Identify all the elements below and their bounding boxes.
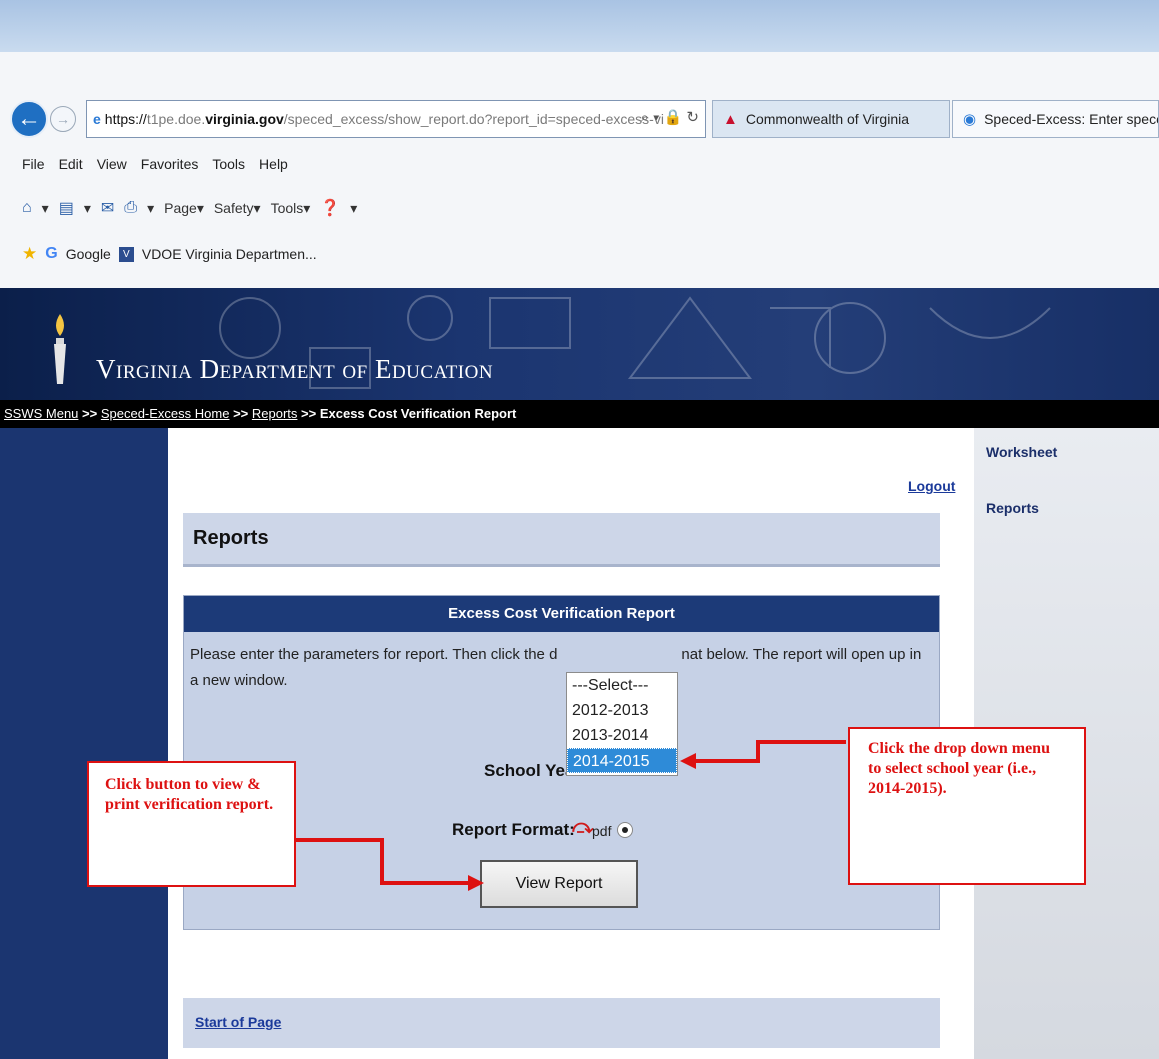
tab-label: Speced-Excess: Enter spece...	[984, 111, 1159, 127]
url-domain-prefix: t1pe.doe.	[146, 111, 206, 127]
address-bar-actions[interactable]: ⌕ ▾ 🔒 ↻	[641, 108, 700, 126]
menu-tools[interactable]: Tools	[212, 156, 245, 172]
annotation-view-report: Click button to view & print verificatio…	[87, 761, 296, 887]
dropdown-arrow-icon[interactable]: ▾	[653, 109, 659, 126]
pdf-format-radio[interactable]	[617, 822, 633, 838]
annotation-dropdown: Click the drop down menu to select schoo…	[848, 727, 1086, 885]
footer-bar: Start of Page	[183, 998, 940, 1048]
vdoe-icon: V	[118, 246, 134, 262]
logout-link[interactable]: Logout	[908, 478, 955, 494]
page-title: Reports	[193, 527, 269, 549]
school-year-option[interactable]: ---Select---	[567, 673, 677, 698]
url-protocol: https://	[104, 111, 147, 127]
tab-speced-excess[interactable]: ◉ Speced-Excess: Enter spece...	[952, 100, 1159, 138]
school-year-option[interactable]: 2012-2013	[567, 698, 677, 723]
search-icon[interactable]: ⌕	[641, 109, 649, 126]
report-parameters-panel: Excess Cost Verification Report Please e…	[183, 595, 940, 930]
tab-label: Commonwealth of Virginia	[745, 111, 910, 127]
left-sidebar	[0, 428, 168, 1059]
panel-instructions: Please enter the parameters for report. …	[190, 642, 930, 694]
print-icon[interactable]: ⎙	[124, 199, 137, 217]
torch-logo-icon	[54, 314, 66, 384]
menu-file[interactable]: File	[22, 156, 45, 172]
menu-bar: File Edit View Favorites Tools Help	[22, 156, 288, 172]
start-of-page-link[interactable]: Start of Page	[195, 1014, 281, 1030]
breadcrumb-separator: >>	[78, 406, 101, 421]
chevron-down-icon[interactable]: ▾	[84, 200, 91, 217]
feeds-icon[interactable]: ▤	[59, 198, 74, 218]
forward-arrow-icon: →	[56, 111, 70, 127]
page-menu[interactable]: Page▾	[164, 200, 204, 217]
school-year-dropdown[interactable]: ---Select--- 2012-2013 2013-2014 2014-20…	[566, 672, 678, 776]
breadcrumb-current: Excess Cost Verification Report	[319, 406, 517, 421]
breadcrumb: SSWS Menu >> Speced-Excess Home >> Repor…	[0, 400, 1159, 428]
breadcrumb-ssws-menu[interactable]: SSWS Menu	[4, 406, 78, 421]
ie-page-icon: ◉	[963, 111, 977, 128]
pdf-icon: ⤼	[572, 816, 594, 838]
breadcrumb-reports[interactable]: Reports	[252, 406, 298, 421]
menu-view[interactable]: View	[97, 156, 127, 172]
favorites-bar: ★ G Google V VDOE Virginia Departmen...	[22, 244, 317, 264]
menu-help[interactable]: Help	[259, 156, 288, 172]
command-bar: ⌂ ▾ ▤ ▾ ✉ ⎙ ▾ Page▾ Safety▾ Tools▾ ❓ ▾	[22, 198, 357, 218]
favorite-google[interactable]: Google	[66, 246, 111, 262]
refresh-icon[interactable]: ↻	[686, 109, 699, 126]
chevron-down-icon[interactable]: ▾	[350, 200, 357, 217]
page-header: Reports	[183, 513, 940, 567]
menu-edit[interactable]: Edit	[59, 156, 83, 172]
window-titlebar	[0, 0, 1159, 52]
tab-commonwealth[interactable]: ▲ Commonwealth of Virginia	[712, 100, 950, 138]
school-year-option-selected[interactable]: 2014-2015	[567, 748, 677, 773]
url-domain: virginia.gov	[205, 111, 284, 127]
help-icon[interactable]: ❓	[320, 198, 340, 218]
sidebar-item-worksheet[interactable]: Worksheet	[986, 444, 1057, 460]
favorites-star-icon[interactable]: ★	[22, 244, 37, 264]
mail-icon[interactable]: ✉	[101, 198, 114, 218]
home-icon[interactable]: ⌂	[22, 199, 32, 217]
url-path: /speced_excess/show_report.do?report_id=…	[283, 111, 664, 127]
report-format-label: Report Format:	[452, 820, 575, 839]
sidebar-item-reports[interactable]: Reports	[986, 500, 1039, 516]
back-arrow-icon: ←	[17, 105, 41, 132]
lock-icon[interactable]: 🔒	[664, 109, 683, 126]
school-year-option[interactable]: 2013-2014	[567, 723, 677, 748]
google-icon: G	[45, 245, 58, 262]
tools-menu[interactable]: Tools▾	[271, 200, 311, 217]
back-button[interactable]: ←	[10, 100, 48, 138]
browser-chrome: ← → e https://t1pe.doe. virginia.gov/spec…	[0, 0, 1159, 288]
panel-title: Excess Cost Verification Report	[184, 596, 939, 632]
site-banner: Virginia Department of Education	[0, 288, 1159, 400]
safety-menu[interactable]: Safety▾	[214, 200, 261, 217]
favorite-vdoe[interactable]: VDOE Virginia Departmen...	[142, 246, 317, 262]
ie-logo-icon: e	[93, 111, 101, 127]
forward-button[interactable]: →	[50, 106, 76, 132]
pdf-label: pdf	[592, 823, 612, 839]
banner-title: Virginia Department of Education	[96, 354, 494, 384]
virginia-logo-icon: ▲	[723, 110, 738, 128]
breadcrumb-separator: >>	[297, 406, 320, 421]
chevron-down-icon[interactable]: ▾	[147, 200, 154, 217]
chevron-down-icon[interactable]: ▾	[42, 200, 49, 217]
view-report-button[interactable]: View Report	[480, 860, 638, 908]
menu-favorites[interactable]: Favorites	[141, 156, 199, 172]
address-bar[interactable]: e https://t1pe.doe. virginia.gov/speced_e…	[86, 100, 706, 138]
breadcrumb-speced-home[interactable]: Speced-Excess Home	[101, 406, 230, 421]
instructions-left: Please enter the parameters for report. …	[190, 646, 558, 663]
breadcrumb-separator: >>	[229, 406, 252, 421]
